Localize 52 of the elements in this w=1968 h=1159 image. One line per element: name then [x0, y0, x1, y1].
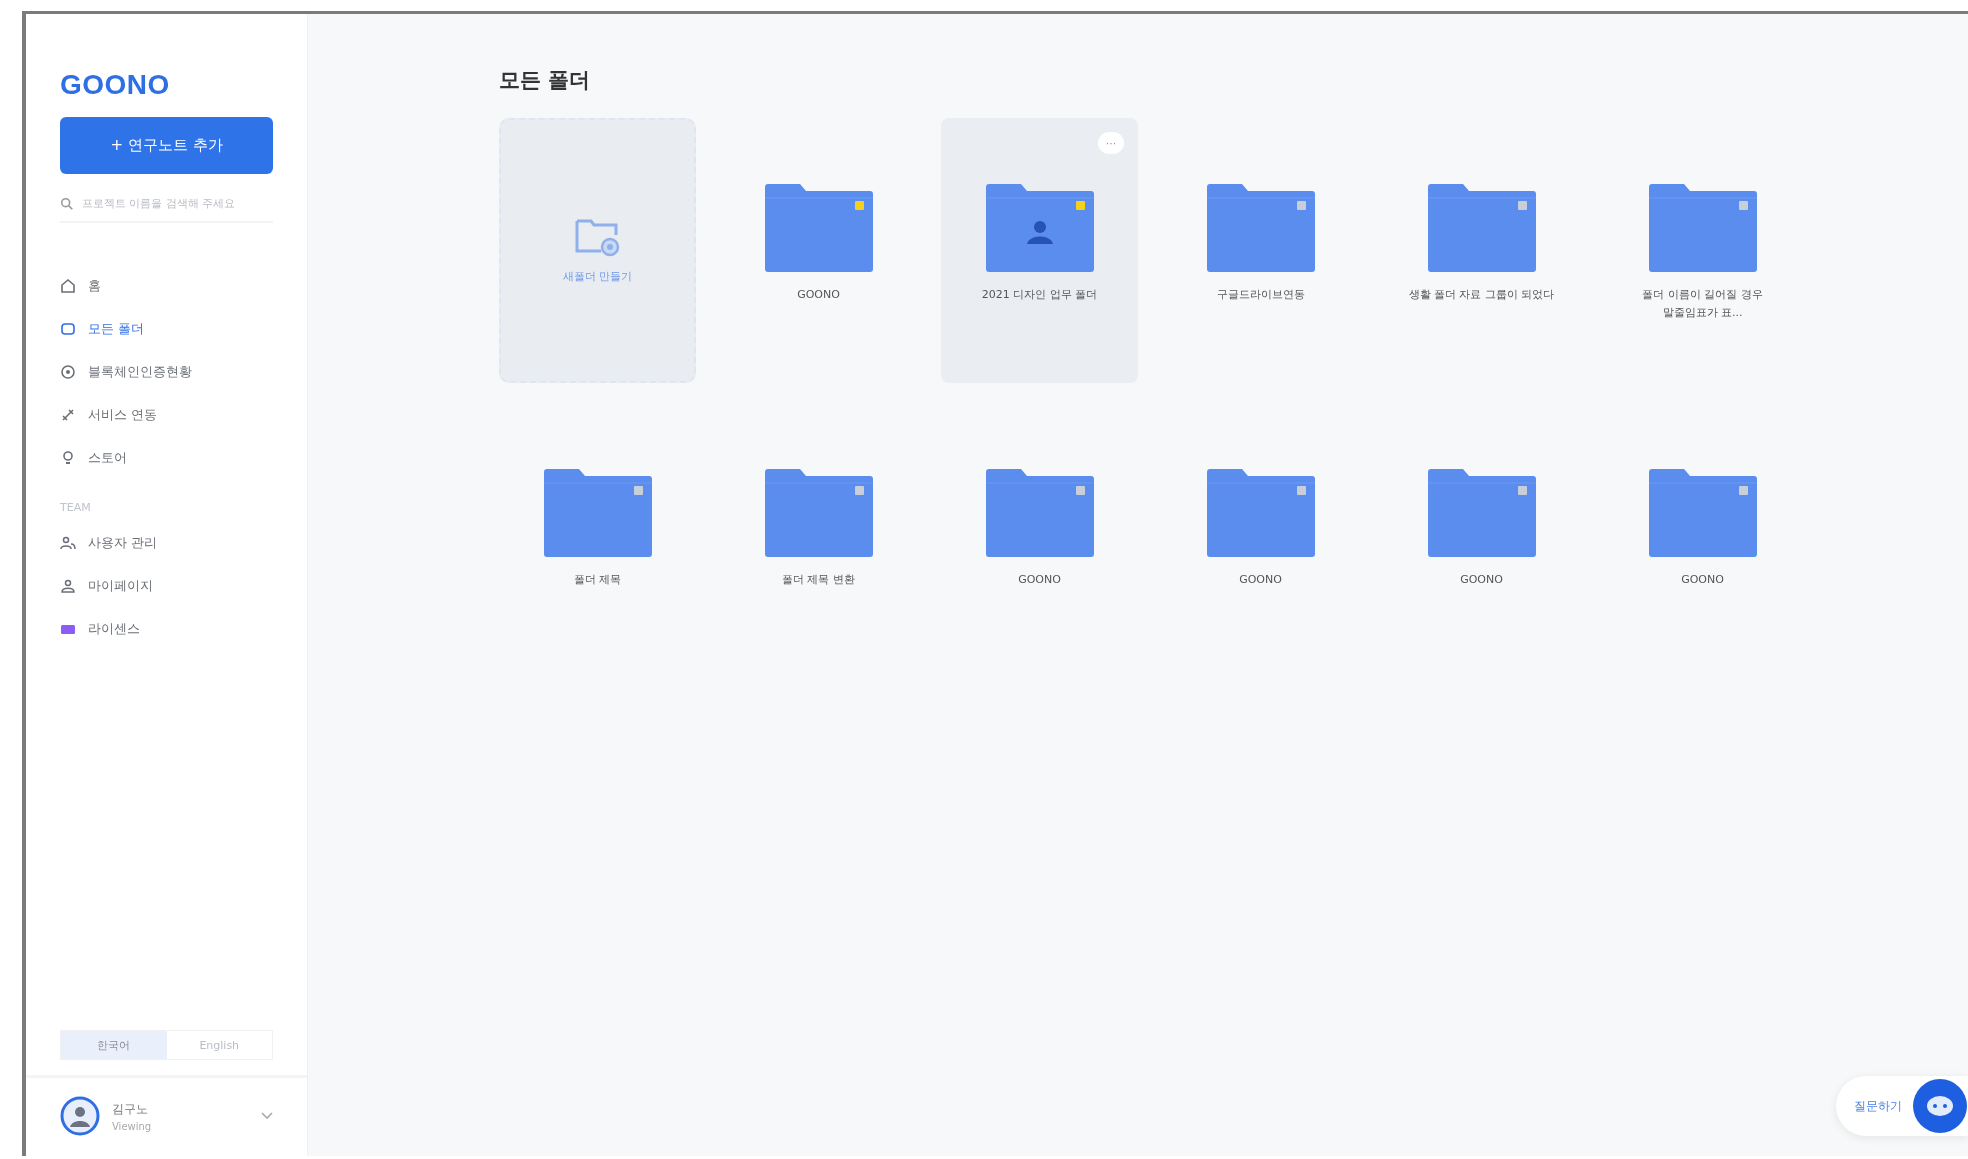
folder-name: GOONO — [1238, 572, 1283, 588]
nav-item[interactable]: 스토어 — [60, 445, 273, 471]
section-label: TEAM — [60, 501, 92, 514]
chevron-down-icon — [261, 1112, 273, 1120]
logo[interactable]: GOONO — [60, 69, 273, 101]
folder-name: 폴더 이름이 길어질 경우 말줄임표가 표... — [1641, 287, 1764, 321]
nav-item[interactable]: 블록체인인증현황 — [60, 359, 273, 385]
nav-item[interactable]: 서비스 연동 — [60, 402, 273, 428]
nav-item[interactable]: 모든 폴더 — [60, 316, 273, 342]
language-tab[interactable]: 한국어 — [61, 1031, 167, 1059]
folder-plus-icon — [573, 217, 622, 257]
nav-item[interactable]: 마이페이지 — [60, 573, 273, 599]
folder-icon — [60, 321, 76, 337]
folder-item[interactable]: GOONO — [1604, 403, 1801, 668]
folder-item[interactable]: GOONO — [720, 118, 917, 383]
search-field[interactable]: 프로젝트 이름을 검색해 주세요 — [80, 196, 264, 211]
user-role: Viewing — [112, 1120, 153, 1132]
folder-name: GOONO — [1459, 572, 1504, 588]
folder-name: 2021 디자인 업무 폴더 — [980, 287, 1099, 303]
more-button[interactable]: ··· — [1098, 132, 1124, 154]
folder-item[interactable]: 구글드라이브연동 — [1162, 118, 1359, 383]
folder-name: GOONO — [796, 287, 841, 303]
folder-name: 폴더 제목 — [572, 572, 623, 588]
folder-name: GOONO — [1680, 572, 1725, 588]
add-note-button[interactable]: + 연구노트 추가 — [60, 117, 273, 174]
new-folder-label: 새폴더 만들기 — [562, 269, 633, 284]
folder-name: 생활 폴더 자료 그룹이 되었다 — [1407, 287, 1556, 303]
folder-item[interactable]: GOONO — [1383, 403, 1580, 668]
folder-name: GOONO — [1017, 572, 1062, 588]
folder-item[interactable]: 폴더 제목 변환 — [720, 403, 917, 668]
folder-name: 구글드라이브연동 — [1215, 287, 1306, 303]
nav-item[interactable]: 라이센스 — [60, 616, 273, 642]
user-icon — [60, 578, 76, 594]
user-name: 김구노 — [112, 1100, 149, 1118]
folder-item[interactable]: GOONO — [941, 403, 1138, 668]
folder-item[interactable]: GOONO — [1162, 403, 1359, 668]
folder-name: 폴더 제목 변환 — [781, 572, 856, 588]
nav-item[interactable]: 홈 — [60, 273, 273, 299]
home-icon — [60, 278, 76, 294]
folder-item[interactable]: 폴더 이름이 길어질 경우 말줄임표가 표... — [1604, 118, 1801, 383]
nav-item[interactable]: 사용자 관리 — [60, 530, 273, 556]
page-title: 모든 폴더 — [499, 67, 592, 94]
users-icon — [60, 535, 76, 551]
folder-item[interactable]: 생활 폴더 자료 그룹이 되었다 — [1383, 118, 1580, 383]
folder-item[interactable]: 폴더 제목 — [499, 403, 696, 668]
search-icon — [60, 196, 74, 211]
chat-icon — [1912, 1078, 1968, 1134]
ask-question-button[interactable]: 질문하기 — [1836, 1076, 1968, 1136]
avatar-icon — [60, 1096, 100, 1136]
user-menu[interactable]: 김구노 Viewing — [26, 1075, 307, 1156]
folder-item[interactable]: ··· 2021 디자인 업무 폴더 — [941, 118, 1138, 383]
bulb-icon — [60, 450, 76, 466]
